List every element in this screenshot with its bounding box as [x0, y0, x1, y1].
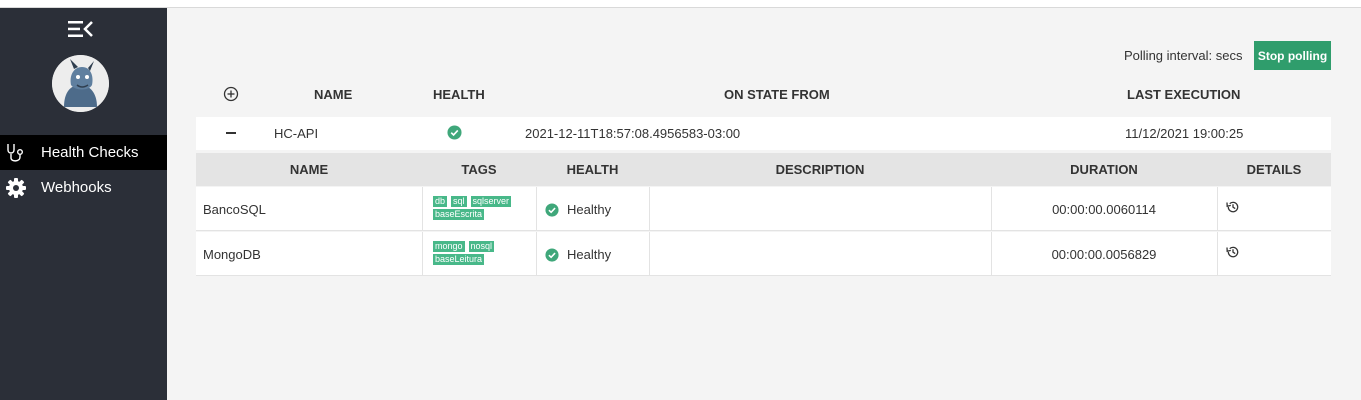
tag-badge: db	[433, 196, 448, 207]
column-header-health: HEALTH	[566, 162, 619, 177]
menu-collapse-icon[interactable]	[68, 20, 94, 38]
last-execution-value: 11/12/2021 19:00:25	[1125, 126, 1244, 141]
sidebar: Health Checks Webhooks	[0, 8, 167, 400]
tag-badge: sqlserver	[470, 196, 512, 207]
polling-interval-label: Polling interval: secs	[1124, 48, 1243, 63]
column-divider	[422, 232, 423, 276]
column-header-on-state-from: ON STATE FROM	[724, 87, 830, 102]
column-divider	[536, 232, 537, 276]
table-row: BancoSQL db sql sqlserver baseEscrita He…	[196, 187, 1331, 231]
health-status: Healthy	[545, 202, 611, 217]
tag-list: mongo nosql baseLeitura	[433, 241, 523, 265]
column-divider	[649, 232, 650, 276]
table-row: HC-API 2021-12-11T18:57:08.4956583-03:00…	[196, 117, 1331, 150]
tag-badge: mongo	[433, 241, 465, 252]
column-divider	[1217, 187, 1218, 231]
expand-all-icon[interactable]	[223, 86, 239, 102]
entries-table-header: NAME TAGS HEALTH DESCRIPTION DURATION DE…	[196, 153, 1331, 186]
tag-badge: baseEscrita	[433, 209, 485, 220]
entry-name: MongoDB	[203, 247, 261, 262]
history-icon[interactable]	[1226, 200, 1240, 214]
column-divider	[649, 187, 650, 231]
logo-avatar	[52, 55, 109, 112]
stop-polling-button[interactable]: Stop polling	[1254, 41, 1331, 70]
health-status-label: Healthy	[567, 247, 612, 262]
table-row: MongoDB mongo nosql baseLeitura Healthy …	[196, 232, 1331, 276]
check-circle-icon	[545, 247, 559, 262]
column-header-tags: TAGS	[461, 162, 497, 177]
duration-value: 00:00:00.0060114	[1052, 202, 1156, 217]
sidebar-item-label: Webhooks	[41, 179, 112, 196]
tag-list: db sql sqlserver baseEscrita	[433, 196, 523, 220]
health-status: Healthy	[545, 247, 611, 262]
health-status-label: Healthy	[567, 202, 612, 217]
column-header-last-execution: LAST EXECUTION	[1127, 87, 1241, 102]
sidebar-item-label: Health Checks	[41, 144, 139, 161]
history-icon[interactable]	[1226, 245, 1240, 259]
column-header-details: DETAILS	[1246, 162, 1302, 177]
minus-icon	[226, 132, 236, 134]
column-header-name: NAME	[289, 162, 329, 177]
on-state-from-value: 2021-12-11T18:57:08.4956583-03:00	[525, 126, 741, 141]
duration-value: 00:00:00.0056829	[1051, 247, 1157, 262]
column-divider	[1217, 232, 1218, 276]
browser-top-strip	[0, 0, 1361, 8]
tag-badge: sql	[451, 196, 467, 207]
tag-badge: nosql	[468, 241, 495, 252]
column-divider	[536, 187, 537, 231]
entry-name: BancoSQL	[203, 202, 266, 217]
column-header-duration: DURATION	[1070, 162, 1138, 177]
gear-icon	[6, 178, 26, 198]
column-divider	[422, 187, 423, 231]
sidebar-item-health-checks[interactable]: Health Checks	[0, 135, 167, 170]
column-header-health: HEALTH	[433, 87, 485, 102]
stethoscope-icon	[7, 144, 23, 162]
tag-badge: baseLeitura	[433, 254, 485, 265]
column-header-name: NAME	[314, 87, 353, 102]
column-header-description: DESCRIPTION	[775, 162, 865, 177]
healthcheck-name: HC-API	[274, 126, 319, 141]
check-circle-icon	[545, 202, 559, 217]
sidebar-item-webhooks[interactable]: Webhooks	[0, 170, 167, 205]
check-circle-icon	[447, 125, 462, 140]
